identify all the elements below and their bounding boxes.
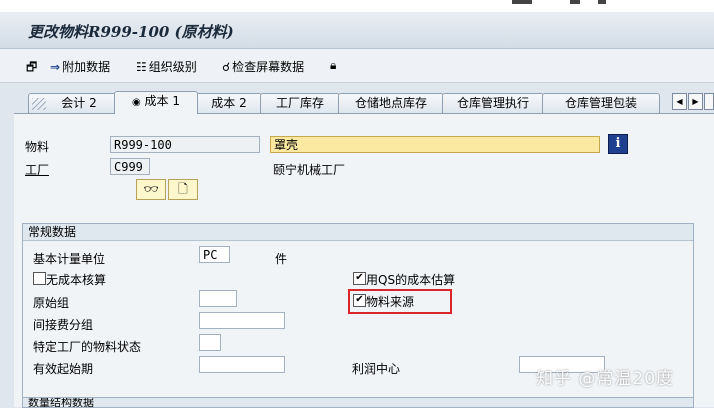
tab-plant-stock[interactable]: 工厂库存 [260, 93, 340, 113]
origin-group-label: 原始组 [33, 296, 70, 310]
window-title: 更改物料R999-100 (原材料) [28, 23, 234, 41]
tab-label: 仓库管理执行 [456, 96, 529, 110]
tab-storage-location-stock[interactable]: 仓储地点库存 [338, 93, 444, 113]
radio-dot-icon: ◉ [131, 97, 141, 108]
plant-status-label: 特定工厂的物料状态 [33, 340, 142, 354]
tab-wm-execution[interactable]: 仓库管理执行 [442, 93, 544, 113]
glasses-icon: 👓︎ [143, 182, 159, 196]
tab-scroll-right-button[interactable]: ▶ [688, 93, 703, 110]
plant-description: 颐宁机械工厂 [273, 163, 346, 177]
base-uom-label: 基本计量单位 [33, 252, 106, 266]
lock-button[interactable]: 🔒︎ [330, 58, 338, 73]
tab-costing-1[interactable]: ◉ 成本 1 [114, 91, 198, 114]
triangle-left-icon: ◀ [676, 97, 683, 106]
base-uom-text: 件 [275, 252, 288, 266]
tab-label: 仓库管理包装 [564, 96, 637, 110]
plant-field[interactable]: C999 [110, 158, 150, 175]
top-glyph [512, 0, 532, 4]
org-levels-button[interactable]: ☷ 组织级别 [136, 58, 197, 75]
tab-label: 成本 1 [144, 94, 180, 108]
profit-center-label: 利润中心 [352, 362, 401, 376]
origin-group-field[interactable] [199, 290, 237, 307]
tab-list-button[interactable] [704, 93, 714, 110]
tab-label: 工厂库存 [275, 96, 324, 110]
group-title: 常规数据 [23, 224, 693, 241]
callout-highlight-box [348, 289, 452, 314]
tab-label: 会计 2 [61, 96, 97, 110]
org-hierarchy-icon: ☷ [136, 60, 147, 74]
overhead-group-field[interactable] [199, 312, 285, 329]
base-uom-field[interactable]: PC [199, 246, 230, 263]
tab-accounting-2[interactable]: 会计 2 [28, 93, 116, 113]
no-costing-checkbox[interactable] [33, 272, 46, 285]
check-screen-icon: ☌ [222, 60, 231, 74]
tab-wm-packaging[interactable]: 仓库管理包装 [542, 93, 660, 113]
info-button[interactable]: i [608, 134, 628, 154]
plant-status-field[interactable] [199, 334, 221, 351]
additional-data-label: 附加数据 [62, 60, 111, 74]
info-icon: i [615, 136, 621, 151]
qs-costing-label: 用QS的成本估算 [366, 273, 456, 287]
top-glyph [570, 0, 580, 4]
plant-label: 工厂 [25, 163, 50, 177]
group-title: 数量结构数据 [23, 398, 693, 407]
tab-costing-2[interactable]: 成本 2 [196, 93, 262, 113]
tab-label: 成本 2 [211, 96, 247, 110]
application-toolbar: 🗗 ⇒ 附加数据 ☷ 组织级别 ☌ 检查屏幕数据 🔒︎ [0, 49, 714, 83]
valid-from-label: 有效起始期 [33, 362, 94, 376]
display-button[interactable]: 👓︎ [136, 179, 166, 200]
material-description-field[interactable]: 罩壳 [270, 136, 600, 153]
title-bar: 更改物料R999-100 (原材料) [0, 12, 714, 49]
create-button[interactable]: 🗋︎ [168, 179, 198, 200]
lock-icon: 🔒︎ [330, 58, 337, 72]
quantity-structure-group: 数量结构数据 [22, 397, 694, 408]
overhead-group-label: 间接费分组 [33, 318, 94, 332]
tab-label: 仓储地点库存 [354, 96, 427, 110]
check-screen-button[interactable]: ☌ 检查屏幕数据 [222, 58, 304, 75]
document-icon: 🗋︎ [178, 182, 188, 196]
additional-data-button[interactable]: ⇒ 附加数据 [50, 58, 110, 75]
select-button[interactable]: 🗗 [26, 58, 39, 79]
arrow-right-icon: ⇒ [50, 60, 61, 74]
triangle-right-icon: ▶ [692, 97, 699, 106]
watermark: 知乎 @常温20度 [536, 369, 675, 389]
org-levels-label: 组织级别 [148, 60, 197, 74]
checkmark-icon: ✔ [355, 272, 364, 283]
tab-scroll-left-button[interactable]: ◀ [672, 93, 687, 110]
qs-costing-checkbox[interactable]: ✔ [353, 272, 366, 285]
material-label: 物料 [25, 140, 50, 154]
select-icon: 🗗 [26, 60, 38, 74]
check-screen-label: 检查屏幕数据 [232, 60, 305, 74]
no-costing-label: 无成本核算 [46, 273, 107, 287]
material-field[interactable]: R999-100 [110, 136, 260, 153]
tab-strip: 会计 2 ◉ 成本 1 成本 2 工厂库存 仓储地点库存 仓库管理执行 仓库管理… [14, 91, 714, 114]
top-glyph [598, 0, 606, 4]
tab-hatch [32, 98, 46, 110]
valid-from-field[interactable] [199, 356, 285, 373]
top-strip [0, 0, 714, 12]
